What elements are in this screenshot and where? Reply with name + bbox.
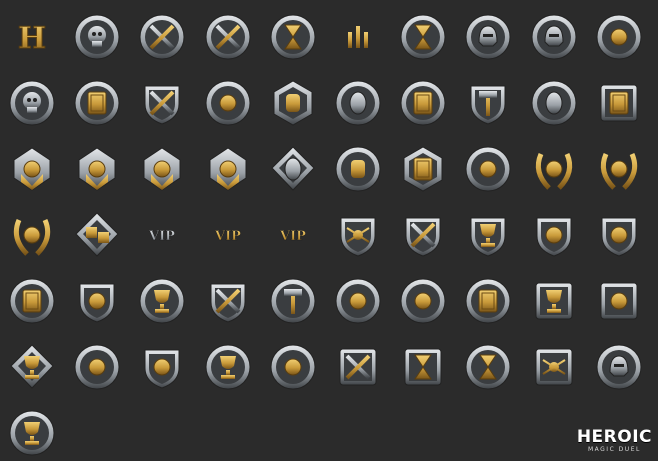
winged-scroll-icon bbox=[463, 144, 513, 194]
pharaoh-icon bbox=[203, 78, 253, 128]
svg-text:VIP: VIP bbox=[148, 229, 175, 244]
spartan-helmet-icon bbox=[594, 342, 644, 392]
gems-pile-icon bbox=[333, 78, 383, 128]
hammer-shield-icon bbox=[463, 78, 513, 128]
svg-text:VIP: VIP bbox=[214, 229, 241, 244]
helmet-icon bbox=[529, 12, 579, 62]
vip-silver-icon: VIP bbox=[137, 210, 187, 260]
hourglass-frame-icon bbox=[398, 342, 448, 392]
fist-icon bbox=[333, 144, 383, 194]
armored-knight-icon bbox=[463, 12, 513, 62]
crossed-blades-shield-icon bbox=[398, 210, 448, 260]
crossed-swords-icon bbox=[137, 12, 187, 62]
scepters-frame-icon bbox=[333, 342, 383, 392]
laurel-gold-icon bbox=[529, 144, 579, 194]
letter-h-icon: H bbox=[7, 12, 57, 62]
grail-winged-icon bbox=[203, 342, 253, 392]
card-pedestal-icon bbox=[398, 78, 448, 128]
beast-shield-icon bbox=[72, 276, 122, 326]
monk-statue-icon bbox=[72, 342, 122, 392]
rank-banner-hex-icon bbox=[203, 144, 253, 194]
book-shield-icon bbox=[594, 210, 644, 260]
hand-hexagon-icon bbox=[268, 78, 318, 128]
card-square-icon bbox=[594, 78, 644, 128]
torch-shield-icon bbox=[137, 342, 187, 392]
dice-icon bbox=[72, 210, 122, 260]
cards-gold-icon bbox=[463, 276, 513, 326]
svg-text:H: H bbox=[18, 21, 46, 56]
trophy-shield-icon bbox=[463, 210, 513, 260]
laurel-silver-icon bbox=[594, 144, 644, 194]
heroic-logo: HEROIC MAGIC DUEL bbox=[576, 427, 652, 454]
hourglass-ornate-icon bbox=[463, 342, 513, 392]
skull-icon bbox=[72, 12, 122, 62]
spear-shield-icon bbox=[203, 276, 253, 326]
rank-banner-gold-icon bbox=[137, 144, 187, 194]
skulls-icon bbox=[7, 78, 57, 128]
candles-icon bbox=[333, 12, 383, 62]
svg-text:VIP: VIP bbox=[279, 229, 306, 244]
crossed-swords-wreath-icon bbox=[203, 12, 253, 62]
vip-crest-icon: VIP bbox=[203, 210, 253, 260]
trophy-claws-icon bbox=[137, 276, 187, 326]
trophy-crown-icon bbox=[7, 342, 57, 392]
trophy-frame-icon bbox=[529, 276, 579, 326]
spider-shield-icon bbox=[333, 210, 383, 260]
shield-swords-icon bbox=[137, 78, 187, 128]
logo-subtitle: MAGIC DUEL bbox=[587, 446, 641, 453]
scroll-shield-icon bbox=[529, 210, 579, 260]
spider-frame-icon bbox=[529, 342, 579, 392]
warrior-figure-icon bbox=[333, 276, 383, 326]
rank-banner-bronze-icon bbox=[7, 144, 57, 194]
card-trio-icon bbox=[7, 276, 57, 326]
icon-sheet: H VIP VIP VIP bbox=[0, 0, 658, 461]
vip-gold-icon: VIP bbox=[268, 210, 318, 260]
laurel-dark-icon bbox=[7, 210, 57, 260]
hourglass-icon bbox=[398, 12, 448, 62]
logo-word: HEROIC bbox=[576, 427, 652, 447]
dragon-heap-icon bbox=[268, 342, 318, 392]
warrior-ornate-icon bbox=[398, 276, 448, 326]
card-hexagon-icon bbox=[398, 144, 448, 194]
winged-hourglass-icon bbox=[268, 12, 318, 62]
crystal-egg-icon bbox=[529, 78, 579, 128]
hammer-axe-icon bbox=[268, 276, 318, 326]
cards-icon bbox=[72, 78, 122, 128]
crossbow-icon bbox=[594, 12, 644, 62]
crown-crystal-icon bbox=[268, 144, 318, 194]
rank-banner-silver-icon bbox=[72, 144, 122, 194]
army-wall-icon bbox=[594, 276, 644, 326]
trophy-laurel-icon bbox=[7, 408, 57, 458]
